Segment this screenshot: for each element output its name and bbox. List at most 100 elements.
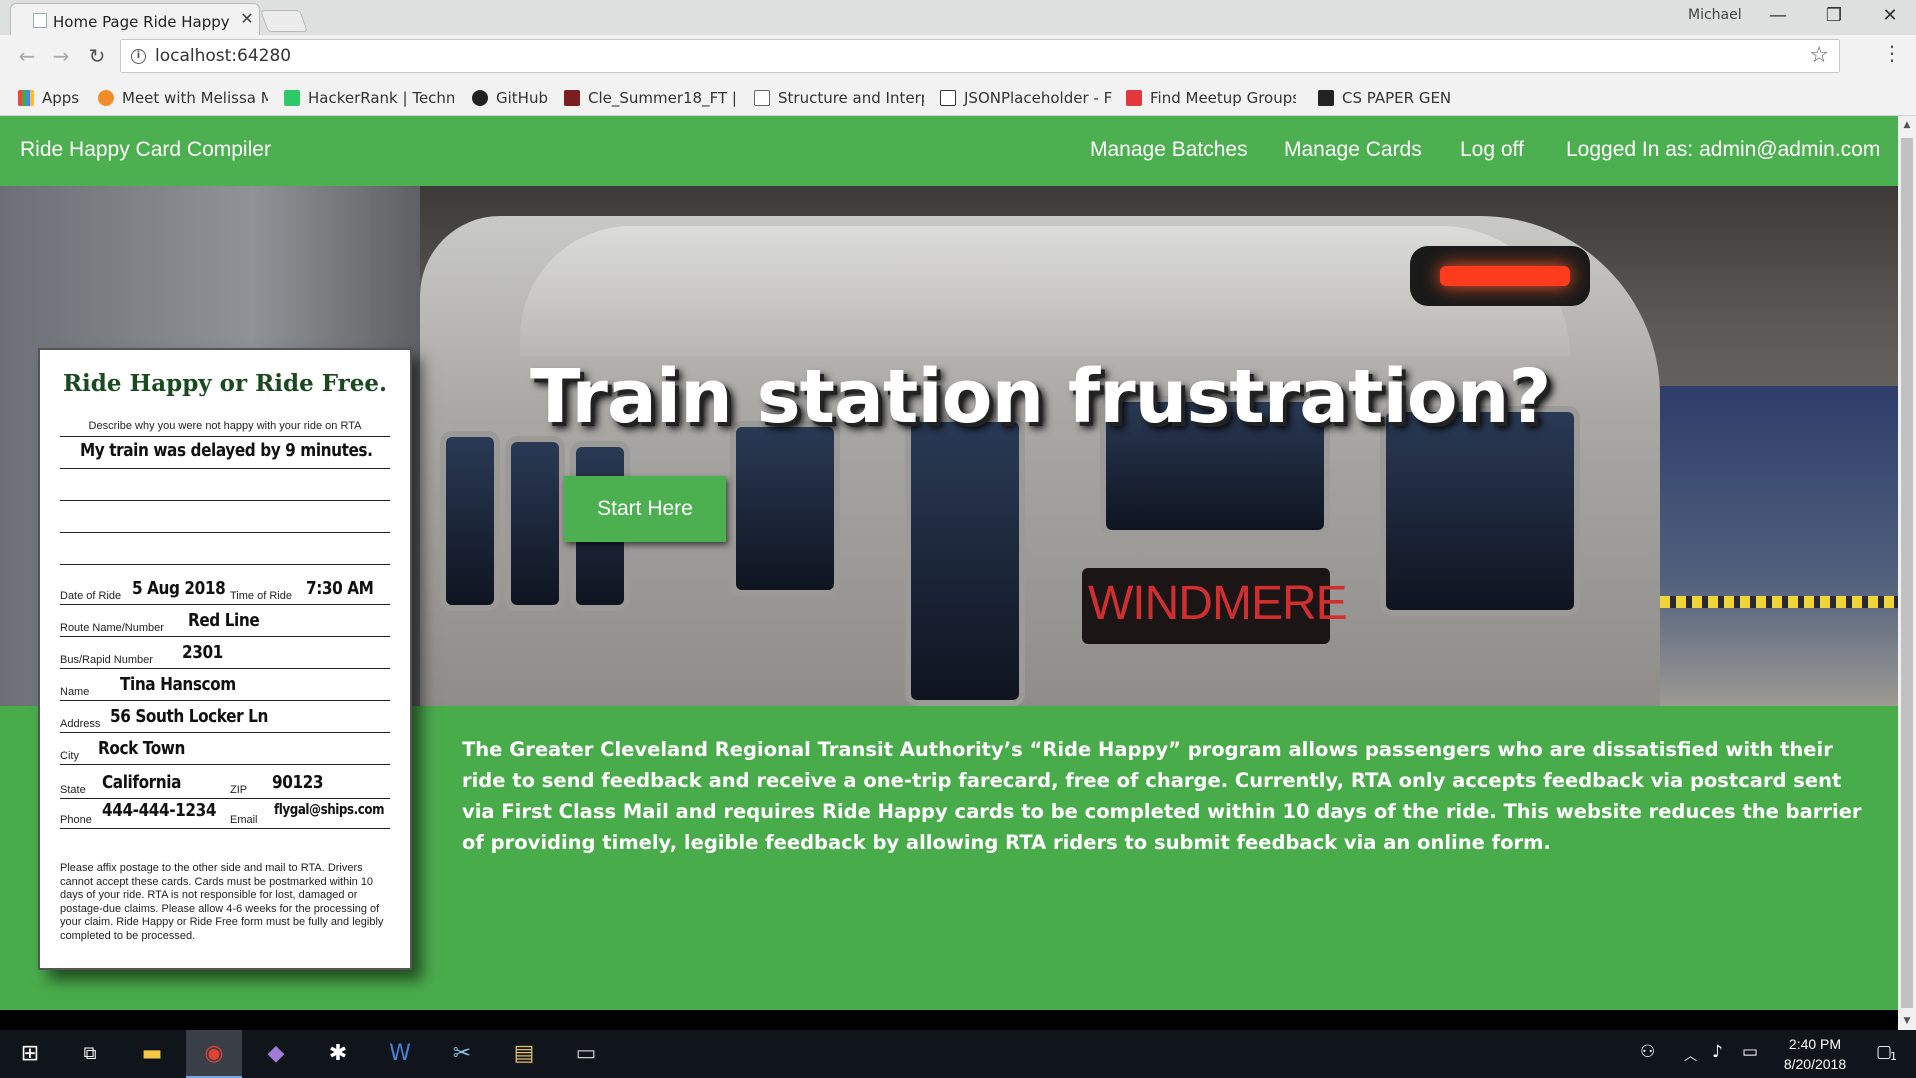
file-explorer-icon[interactable]: ▬ bbox=[124, 1030, 180, 1078]
card-rule bbox=[60, 828, 390, 829]
jsonplaceholder-icon bbox=[940, 90, 956, 106]
minimize-icon[interactable]: — bbox=[1750, 0, 1806, 32]
meetup-icon bbox=[1126, 90, 1142, 106]
platform-edge-stripe bbox=[1660, 596, 1898, 608]
bookmark-label: HackerRank | Technic bbox=[308, 89, 454, 107]
card-fine-print: Please affix postage to the other side a… bbox=[60, 862, 384, 942]
train-window-image bbox=[730, 421, 840, 596]
people-icon[interactable]: ⚇ bbox=[1640, 1042, 1655, 1062]
card-value-name: Tina Hanscom bbox=[120, 674, 236, 695]
bookmark-cle-summer[interactable]: Cle_Summer18_FT | T bbox=[564, 89, 736, 109]
close-window-icon[interactable]: ✕ bbox=[1862, 0, 1916, 32]
page-scrollbar[interactable]: ▲ ▼ bbox=[1898, 116, 1916, 1030]
restore-icon[interactable]: ❐ bbox=[1806, 0, 1862, 32]
page-favicon-icon bbox=[33, 13, 47, 28]
bookmark-label: GitHub bbox=[496, 89, 548, 107]
hero-headline: Train station frustration? bbox=[530, 354, 1551, 440]
destination-sign-text: WINDMERE bbox=[1088, 577, 1348, 630]
show-hidden-icons-icon[interactable]: ︿ bbox=[1684, 1045, 1697, 1064]
snipping-tool-icon[interactable]: ✂ bbox=[434, 1030, 490, 1078]
clock-time: 2:40 PM bbox=[1788, 1036, 1842, 1052]
scroll-up-icon[interactable]: ▲ bbox=[1898, 116, 1916, 134]
bookmark-label: Structure and Interpr bbox=[778, 89, 924, 107]
card-rule bbox=[60, 668, 390, 669]
card-value-route: Red Line bbox=[188, 610, 260, 631]
train-window-image bbox=[505, 436, 565, 611]
card-rule bbox=[60, 436, 390, 437]
profile-name[interactable]: Michael bbox=[1688, 7, 1742, 23]
bookmark-github[interactable]: GitHub bbox=[472, 89, 552, 109]
card-label-state: State bbox=[60, 784, 86, 796]
bookmark-star-icon[interactable]: ☆ bbox=[1809, 43, 1829, 68]
card-rule bbox=[60, 604, 390, 605]
card-value-date: 5 Aug 2018 bbox=[132, 578, 226, 599]
card-rule bbox=[60, 798, 390, 799]
screen: Home Page Ride Happy C ✕ Michael — ❐ ✕ ←… bbox=[0, 0, 1916, 1078]
bookmark-label: CS PAPER GEN bbox=[1342, 89, 1452, 107]
visual-studio-icon[interactable]: ◆ bbox=[248, 1030, 304, 1078]
bookmark-meet-melissa[interactable]: Meet with Melissa My bbox=[98, 89, 268, 109]
card-value-time: 7:30 AM bbox=[306, 578, 374, 599]
card-label-phone: Phone bbox=[60, 814, 92, 826]
nav-manage-batches[interactable]: Manage Batches bbox=[1090, 138, 1248, 162]
card-value-phone: 444-444-1234 bbox=[102, 800, 217, 821]
card-rule bbox=[60, 700, 390, 701]
windows-start-icon[interactable]: ⊞ bbox=[2, 1030, 58, 1078]
chrome-icon[interactable]: ◉ bbox=[186, 1030, 242, 1078]
url-text[interactable]: localhost:64280 bbox=[155, 46, 291, 66]
info-icon[interactable]: i bbox=[131, 49, 146, 64]
browser-tab[interactable]: Home Page Ride Happy C ✕ bbox=[10, 3, 260, 35]
card-rule bbox=[60, 564, 390, 565]
nav-log-off[interactable]: Log off bbox=[1460, 138, 1524, 162]
bookmark-apps[interactable]: Apps bbox=[18, 89, 88, 109]
address-bar[interactable]: i localhost:64280 ☆ bbox=[120, 39, 1840, 73]
card-value-city: Rock Town bbox=[98, 738, 185, 759]
card-label-name: Name bbox=[60, 686, 90, 698]
train-window-image bbox=[440, 431, 500, 611]
task-view-icon[interactable]: ⧉ bbox=[62, 1030, 118, 1078]
card-rule bbox=[60, 764, 390, 765]
card-value-bus: 2301 bbox=[182, 642, 223, 663]
notification-count: 1 bbox=[1890, 1050, 1897, 1063]
word-icon[interactable]: W bbox=[372, 1030, 428, 1078]
card-label-time: Time of Ride bbox=[230, 590, 292, 602]
nav-logged-in-user[interactable]: Logged In as: admin@admin.com bbox=[1566, 138, 1880, 162]
card-rule bbox=[60, 732, 390, 733]
hackerrank-icon bbox=[284, 90, 300, 106]
nav-manage-cards[interactable]: Manage Cards bbox=[1284, 138, 1422, 162]
bookmark-jsonplaceholder[interactable]: JSONPlaceholder - Fa bbox=[940, 89, 1112, 109]
reload-icon[interactable]: ↻ bbox=[82, 41, 112, 71]
back-arrow-icon[interactable]: ← bbox=[12, 41, 42, 71]
scroll-thumb[interactable] bbox=[1901, 138, 1913, 1008]
card-label-email: Email bbox=[230, 814, 258, 826]
page-content: Ride Happy Card Compiler Manage Batches … bbox=[0, 116, 1898, 1030]
bookmark-label: JSONPlaceholder - Fa bbox=[964, 89, 1112, 107]
bookmark-label: Find Meetup Groups bbox=[1150, 89, 1296, 107]
card-rule bbox=[60, 500, 390, 501]
remote-desktop-icon[interactable]: ▭ bbox=[558, 1030, 614, 1078]
page-bottom-gap bbox=[0, 1010, 1898, 1030]
battery-icon[interactable]: ▭ bbox=[1742, 1042, 1758, 1062]
start-here-button[interactable]: Start Here bbox=[564, 476, 726, 542]
system-clock[interactable]: 2:40 PM 8/20/2018 bbox=[1770, 1034, 1860, 1074]
bookmark-meetup[interactable]: Find Meetup Groups bbox=[1126, 89, 1296, 109]
slack-icon[interactable]: ✱ bbox=[310, 1030, 366, 1078]
bookmark-hackerrank[interactable]: HackerRank | Technic bbox=[284, 89, 454, 109]
bookmark-cs-paper-gen[interactable]: CS PAPER GEN bbox=[1318, 89, 1468, 109]
card-label-route: Route Name/Number bbox=[60, 622, 164, 634]
forward-arrow-icon[interactable]: → bbox=[46, 41, 76, 71]
browser-menu-icon[interactable]: ⋮ bbox=[1882, 41, 1902, 65]
scroll-down-icon[interactable]: ▼ bbox=[1898, 1012, 1916, 1030]
card-value-address: 56 South Locker Ln bbox=[110, 706, 268, 727]
site-brand-link[interactable]: Ride Happy Card Compiler bbox=[20, 138, 271, 162]
bookmark-structure[interactable]: Structure and Interpr bbox=[754, 89, 924, 109]
train-door-image bbox=[905, 416, 1025, 706]
new-tab-button[interactable] bbox=[259, 10, 309, 32]
clock-date: 8/20/2018 bbox=[1783, 1056, 1847, 1072]
close-tab-icon[interactable]: ✕ bbox=[237, 9, 257, 29]
document-icon bbox=[754, 90, 770, 106]
volume-icon[interactable]: ♪ bbox=[1712, 1042, 1723, 1062]
sql-tool-icon[interactable]: ▤ bbox=[496, 1030, 552, 1078]
card-title: Ride Happy or Ride Free. bbox=[62, 370, 388, 397]
card-label-bus: Bus/Rapid Number bbox=[60, 654, 153, 666]
